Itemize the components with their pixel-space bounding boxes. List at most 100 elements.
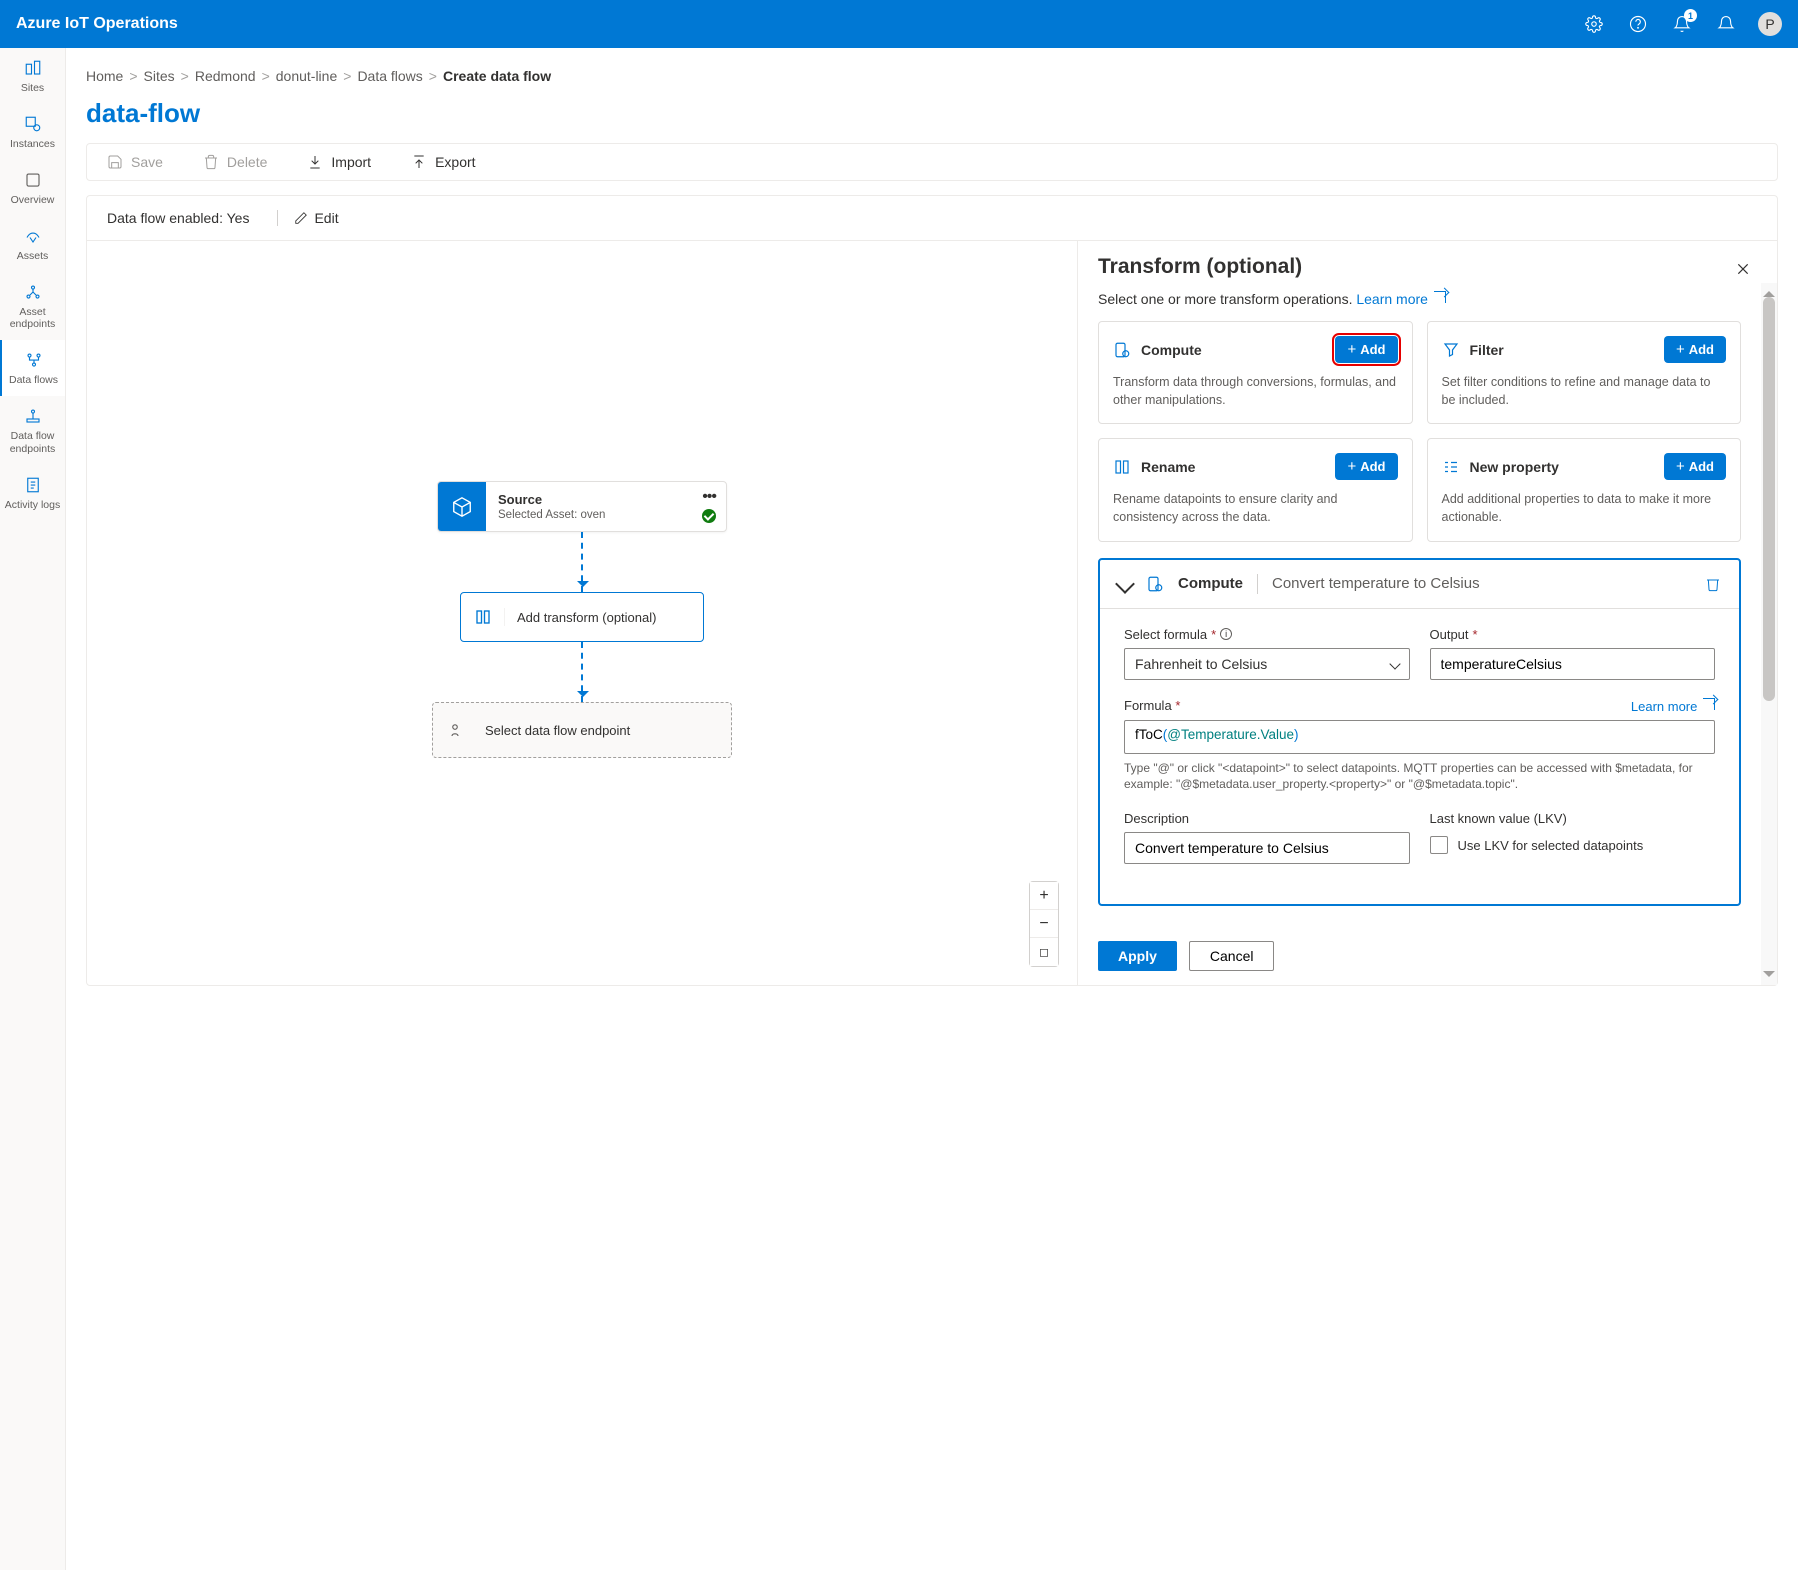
crumb-sites[interactable]: Sites: [144, 68, 175, 84]
rename-add-button[interactable]: +Add: [1335, 453, 1397, 480]
alerts-icon[interactable]: 1: [1670, 12, 1694, 36]
breadcrumb: Home> Sites> Redmond> donut-line> Data f…: [86, 60, 1778, 98]
crumb-donut-line[interactable]: donut-line: [276, 68, 338, 84]
nav-label: Assets: [17, 250, 49, 262]
endpoint-icon: [446, 721, 464, 739]
dataflow-status: Data flow enabled: Yes: [107, 210, 249, 226]
select-formula-dropdown[interactable]: Fahrenheit to Celsius: [1124, 648, 1410, 680]
transform-icon: [474, 608, 492, 626]
filter-desc: Set filter conditions to refine and mana…: [1442, 373, 1727, 409]
export-label: Export: [435, 154, 475, 170]
rename-desc: Rename datapoints to ensure clarity and …: [1113, 490, 1398, 526]
zoom-in-button[interactable]: +: [1030, 882, 1058, 910]
instances-icon: [23, 114, 43, 134]
help-icon[interactable]: [1626, 12, 1650, 36]
cancel-button[interactable]: Cancel: [1189, 941, 1275, 971]
source-node[interactable]: Source Selected Asset: oven •••: [437, 481, 727, 532]
formula-learn-link[interactable]: Learn more: [1631, 698, 1715, 714]
panel-subtext: Select one or more transform operations.: [1098, 291, 1356, 307]
learn-more-link[interactable]: Learn more: [1356, 291, 1445, 307]
sites-icon: [23, 58, 43, 78]
newprop-desc: Add additional properties to data to mak…: [1442, 490, 1727, 526]
filter-card: Filter +Add Set filter conditions to ref…: [1427, 321, 1742, 424]
settings-icon[interactable]: [1582, 12, 1606, 36]
crumb-data-flows[interactable]: Data flows: [357, 68, 422, 84]
alerts-badge: 1: [1684, 9, 1697, 22]
nav-label: Data flows: [9, 374, 58, 386]
flow-arrow: [581, 532, 583, 592]
notifications-icon[interactable]: [1714, 12, 1738, 36]
select-formula-label: Select formula * i: [1124, 627, 1410, 642]
output-label: Output *: [1430, 627, 1716, 642]
nav-data-flows[interactable]: Data flows: [0, 340, 65, 396]
command-bar: Save Delete Import Export: [86, 143, 1778, 181]
nav-activity-logs[interactable]: Activity logs: [0, 465, 65, 521]
close-icon[interactable]: [1729, 255, 1757, 283]
nav-instances[interactable]: Instances: [0, 104, 65, 160]
compute-desc: Transform data through conversions, form…: [1113, 373, 1398, 409]
nav-dataflow-endpoints[interactable]: Data flow endpoints: [0, 396, 65, 464]
more-icon[interactable]: •••: [702, 488, 716, 506]
import-button[interactable]: Import: [307, 154, 371, 170]
nav-sites[interactable]: Sites: [0, 48, 65, 104]
asset-endpoints-icon: [23, 282, 43, 302]
info-icon[interactable]: i: [1220, 628, 1232, 640]
transform-label: Add transform (optional): [505, 610, 703, 625]
rename-icon: [1113, 458, 1131, 476]
lkv-checkbox[interactable]: [1430, 836, 1448, 854]
source-title: Source: [498, 492, 714, 507]
delete-label: Delete: [227, 154, 267, 170]
zoom-fit-button[interactable]: ◻: [1030, 938, 1058, 966]
overview-icon: [23, 170, 43, 190]
compute-head-label: Compute: [1178, 575, 1243, 592]
apply-button[interactable]: Apply: [1098, 941, 1177, 971]
dataflow-endpoints-icon: [23, 406, 43, 426]
delete-button[interactable]: Delete: [203, 154, 267, 170]
crumb-home[interactable]: Home: [86, 68, 123, 84]
activity-logs-icon: [23, 475, 43, 495]
flow-arrow: [581, 642, 583, 702]
crumb-redmond[interactable]: Redmond: [195, 68, 256, 84]
formula-label: Formula *: [1124, 698, 1180, 713]
user-avatar[interactable]: P: [1758, 12, 1782, 36]
lkv-text: Use LKV for selected datapoints: [1458, 838, 1644, 853]
edit-button[interactable]: Edit: [277, 210, 338, 226]
newprop-icon: [1442, 458, 1460, 476]
nav-label: Instances: [10, 138, 55, 150]
chevron-down-icon: [1389, 658, 1400, 669]
nav-label: Asset endpoints: [2, 306, 63, 330]
panel-scrollbar[interactable]: [1761, 283, 1777, 985]
zoom-out-button[interactable]: −: [1030, 910, 1058, 938]
app-title: Azure IoT Operations: [16, 15, 1582, 33]
transform-node[interactable]: Add transform (optional): [460, 592, 704, 642]
newprop-card: New property +Add Add additional propert…: [1427, 438, 1742, 541]
compute-card: Compute +Add Transform data through conv…: [1098, 321, 1413, 424]
zoom-controls: + − ◻: [1029, 881, 1059, 967]
description-input[interactable]: [1124, 832, 1410, 864]
destination-node[interactable]: Select data flow endpoint: [432, 702, 732, 758]
filter-add-button[interactable]: +Add: [1664, 336, 1726, 363]
nav-assets[interactable]: Assets: [0, 216, 65, 272]
compute-add-button[interactable]: +Add: [1335, 336, 1397, 363]
formula-input[interactable]: fToC(@Temperature.Value): [1124, 720, 1715, 754]
transform-panel: Transform (optional) Select one or more …: [1077, 241, 1777, 985]
flow-canvas[interactable]: Source Selected Asset: oven ••• Add tran…: [87, 241, 1077, 985]
formula-hint: Type "@" or click "<datapoint>" to selec…: [1124, 760, 1715, 794]
filter-icon: [1442, 341, 1460, 359]
output-input[interactable]: [1430, 648, 1716, 680]
save-button[interactable]: Save: [107, 154, 163, 170]
collapse-icon[interactable]: [1115, 574, 1135, 594]
page-title: data-flow: [86, 98, 1778, 129]
import-label: Import: [331, 154, 371, 170]
save-label: Save: [131, 154, 163, 170]
rename-title: Rename: [1141, 459, 1325, 475]
nav-asset-endpoints[interactable]: Asset endpoints: [0, 272, 65, 340]
newprop-add-button[interactable]: +Add: [1664, 453, 1726, 480]
compute-title: Compute: [1141, 342, 1325, 358]
trash-icon[interactable]: [1705, 576, 1721, 592]
cube-icon: [451, 496, 473, 518]
source-subtitle: Selected Asset: oven: [498, 509, 714, 521]
nav-label: Sites: [21, 82, 44, 94]
nav-overview[interactable]: Overview: [0, 160, 65, 216]
export-button[interactable]: Export: [411, 154, 475, 170]
